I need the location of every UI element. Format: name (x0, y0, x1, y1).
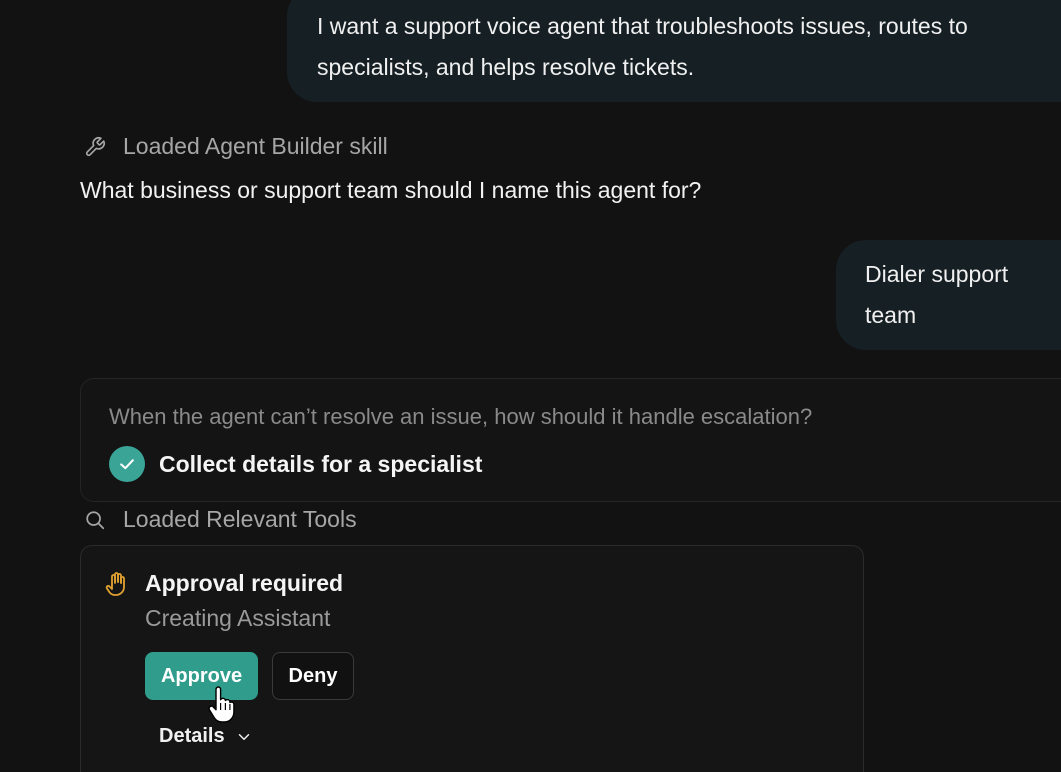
deny-button[interactable]: Deny (272, 652, 354, 700)
approve-button[interactable]: Approve (145, 652, 258, 700)
chevron-down-icon (235, 728, 253, 746)
escalation-answer-card: When the agent can’t resolve an issue, h… (80, 378, 1061, 502)
pointer-hand-cursor-icon (207, 686, 237, 724)
assistant-message: What business or support team should I n… (80, 177, 702, 203)
user-message-bubble: I want a support voice agent that troubl… (287, 0, 1061, 102)
hand-icon (105, 571, 129, 597)
wrench-icon (83, 135, 107, 159)
user-message-bubble: Dialer support team (836, 240, 1061, 350)
search-icon (83, 508, 107, 532)
tool-status-skill-loaded: Loaded Agent Builder skill (83, 133, 388, 160)
approval-subtitle: Creating Assistant (145, 605, 331, 631)
user-message-line: team (865, 302, 917, 328)
check-icon (109, 446, 145, 482)
tool-status-tools-loaded: Loaded Relevant Tools (83, 506, 357, 533)
tool-status-label: Loaded Relevant Tools (123, 506, 357, 532)
selected-option: Collect details for a specialist (109, 446, 482, 482)
user-message-line: I want a support voice agent that troubl… (317, 13, 968, 39)
user-message-line: Dialer support (865, 261, 1009, 287)
details-toggle[interactable]: Details (159, 725, 253, 748)
approval-card: Approval required Creating Assistant App… (80, 545, 864, 772)
selected-option-label: Collect details for a specialist (159, 450, 483, 477)
chat-page: I want a support voice agent that troubl… (0, 0, 1061, 772)
approval-title: Approval required (145, 570, 344, 596)
tool-status-label: Loaded Agent Builder skill (123, 133, 388, 159)
user-message-line: specialists, and helps resolve tickets. (317, 54, 695, 80)
escalation-question: When the agent can’t resolve an issue, h… (109, 404, 813, 429)
details-label: Details (159, 725, 225, 747)
